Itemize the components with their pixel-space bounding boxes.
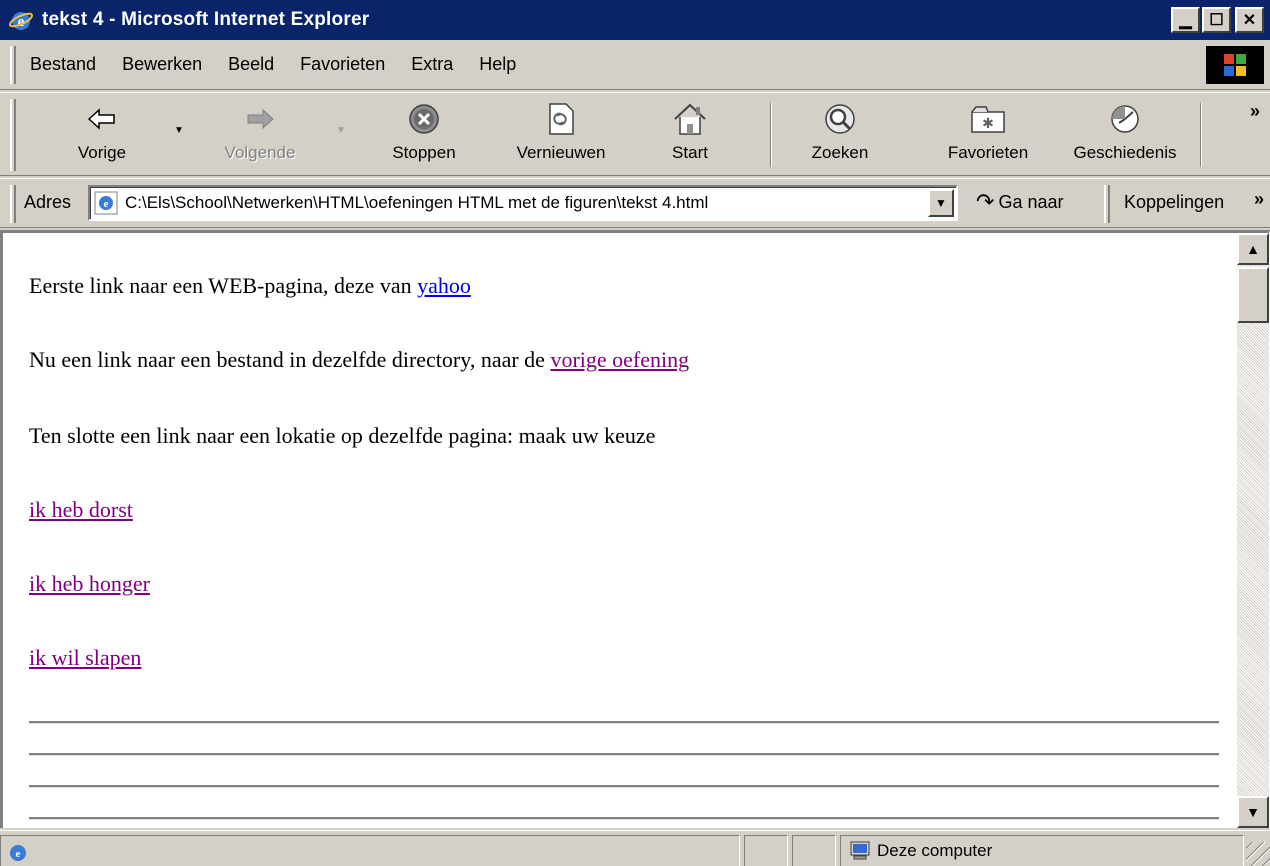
menu-bewerken[interactable]: Bewerken: [122, 54, 202, 75]
address-bar: Adres e ▼ ↷ Ga naar Koppelingen »: [0, 178, 1270, 228]
menu-extra[interactable]: Extra: [411, 54, 453, 75]
address-grip[interactable]: [10, 185, 16, 223]
menu-bestand[interactable]: Bestand: [30, 54, 96, 75]
status-bar: e Deze computer: [0, 830, 1270, 866]
back-dropdown-icon[interactable]: ▼: [174, 125, 184, 136]
stop-label: Stoppen: [392, 143, 456, 162]
forward-dropdown-icon[interactable]: ▼: [336, 125, 346, 136]
links-toolbar-label[interactable]: Koppelingen: [1124, 192, 1224, 213]
link-ik-heb-honger[interactable]: ik heb honger: [29, 571, 150, 596]
menu-bar: Bestand Bewerken Beeld Favorieten Extra …: [0, 40, 1270, 90]
paragraph-yahoo: Eerste link naar een WEB-pagina, deze va…: [29, 273, 471, 299]
search-label: Zoeken: [811, 143, 869, 162]
forward-label: Volgende: [224, 143, 296, 162]
favorites-button[interactable]: ✱ Favorieten: [936, 97, 1040, 173]
resize-grip[interactable]: [1246, 842, 1270, 866]
toolbar-separator: [770, 103, 772, 167]
window-title: tekst 4 - Microsoft Internet Explorer: [42, 9, 370, 30]
go-arrow-icon: ↷: [976, 189, 995, 214]
horizontal-rule: [29, 817, 1219, 820]
chevron-down-icon: ▼: [935, 196, 947, 210]
status-text-pane: e: [0, 835, 740, 866]
stop-icon: [409, 104, 439, 134]
horizontal-rule: [29, 753, 1219, 756]
ie-page-icon: e: [10, 845, 26, 861]
paragraph-text: Nu een link naar een bestand in dezelfde…: [29, 347, 551, 372]
back-label: Vorige: [77, 143, 127, 162]
menu-beeld[interactable]: Beeld: [228, 54, 274, 75]
history-label: Geschiedenis: [1073, 143, 1177, 162]
toolbar-overflow-chevron-icon[interactable]: »: [1250, 101, 1260, 122]
favorites-folder-icon: ✱: [971, 106, 1005, 133]
address-dropdown-button[interactable]: ▼: [928, 189, 954, 217]
history-clock-icon: [1111, 105, 1139, 133]
home-label: Start: [672, 143, 708, 162]
refresh-button[interactable]: Vernieuwen: [498, 97, 624, 173]
menu-grip[interactable]: [10, 45, 16, 84]
search-button[interactable]: Zoeken: [800, 97, 880, 173]
go-label: Ga naar: [998, 191, 1064, 212]
forward-arrow-icon: [247, 108, 274, 130]
links-grip[interactable]: [1104, 185, 1110, 223]
menu-favorieten[interactable]: Favorieten: [300, 54, 385, 75]
page-viewport: Eerste link naar een WEB-pagina, deze va…: [0, 230, 1270, 828]
link-ik-heb-dorst[interactable]: ik heb dorst: [29, 497, 133, 522]
svg-text:e: e: [16, 848, 21, 860]
search-icon: [825, 104, 855, 134]
home-icon: [674, 103, 706, 135]
forward-button[interactable]: Volgende: [210, 97, 310, 173]
address-field[interactable]: e ▼: [88, 185, 958, 221]
link-yahoo[interactable]: yahoo: [417, 273, 471, 298]
computer-icon: [850, 841, 870, 860]
link-ik-wil-slapen[interactable]: ik wil slapen: [29, 645, 141, 670]
maximize-icon: ☐: [1209, 12, 1224, 29]
toolbar-grip[interactable]: [10, 99, 16, 171]
paragraph-previous: Nu een link naar een bestand in dezelfde…: [29, 347, 689, 373]
link-vorige-oefening[interactable]: vorige oefening: [550, 347, 689, 372]
history-button[interactable]: Geschiedenis: [1062, 97, 1188, 173]
close-icon: ✕: [1242, 12, 1257, 29]
horizontal-rule: [29, 721, 1219, 724]
address-label: Adres: [24, 192, 72, 212]
ie-logo-icon: e: [8, 12, 34, 30]
links-overflow-chevron-icon[interactable]: »: [1254, 189, 1264, 210]
arrow-down-icon: ▼: [1246, 804, 1260, 820]
address-input[interactable]: [125, 193, 915, 213]
scroll-down-button[interactable]: ▼: [1237, 796, 1269, 828]
refresh-label: Vernieuwen: [516, 143, 606, 162]
paragraph-text: Eerste link naar een WEB-pagina, deze va…: [29, 273, 418, 298]
paragraph-choice: Ten slotte een link naar een lokatie op …: [29, 423, 656, 448]
vertical-scrollbar[interactable]: ▲ ▼: [1237, 233, 1269, 828]
close-button[interactable]: ✕: [1235, 7, 1264, 33]
ie-page-icon: e: [94, 191, 118, 215]
maximize-button[interactable]: ☐: [1202, 7, 1231, 33]
status-pane: [792, 835, 836, 866]
svg-text:✱: ✱: [982, 116, 994, 132]
stop-button[interactable]: Stoppen: [376, 97, 472, 173]
home-button[interactable]: Start: [660, 97, 720, 173]
zone-pane: Deze computer: [840, 835, 1244, 866]
title-bar: e tekst 4 - Microsoft Internet Explorer …: [0, 0, 1270, 40]
go-button[interactable]: ↷ Ga naar: [976, 189, 1063, 215]
horizontal-rule: [29, 785, 1219, 788]
windows-throbber-icon: [1206, 46, 1264, 84]
favorites-label: Favorieten: [947, 143, 1029, 162]
status-pane: [744, 835, 788, 866]
minimize-button[interactable]: ▁: [1171, 7, 1200, 33]
arrow-up-icon: ▲: [1246, 241, 1260, 257]
minimize-icon: ▁: [1179, 12, 1192, 29]
standard-toolbar: Vorige ▼ Volgende ▼ Stoppen Vernieuwen S…: [0, 92, 1270, 176]
back-button[interactable]: Vorige: [62, 97, 142, 173]
zone-label: Deze computer: [877, 841, 993, 860]
back-arrow-icon: [87, 108, 115, 130]
refresh-icon: [549, 103, 574, 135]
toolbar-separator: [1200, 103, 1202, 167]
web-page: Eerste link naar een WEB-pagina, deze va…: [3, 233, 1238, 828]
menu-help[interactable]: Help: [479, 54, 516, 75]
scroll-thumb[interactable]: [1237, 267, 1269, 323]
scroll-up-button[interactable]: ▲: [1237, 233, 1269, 265]
svg-text:e: e: [104, 198, 109, 210]
